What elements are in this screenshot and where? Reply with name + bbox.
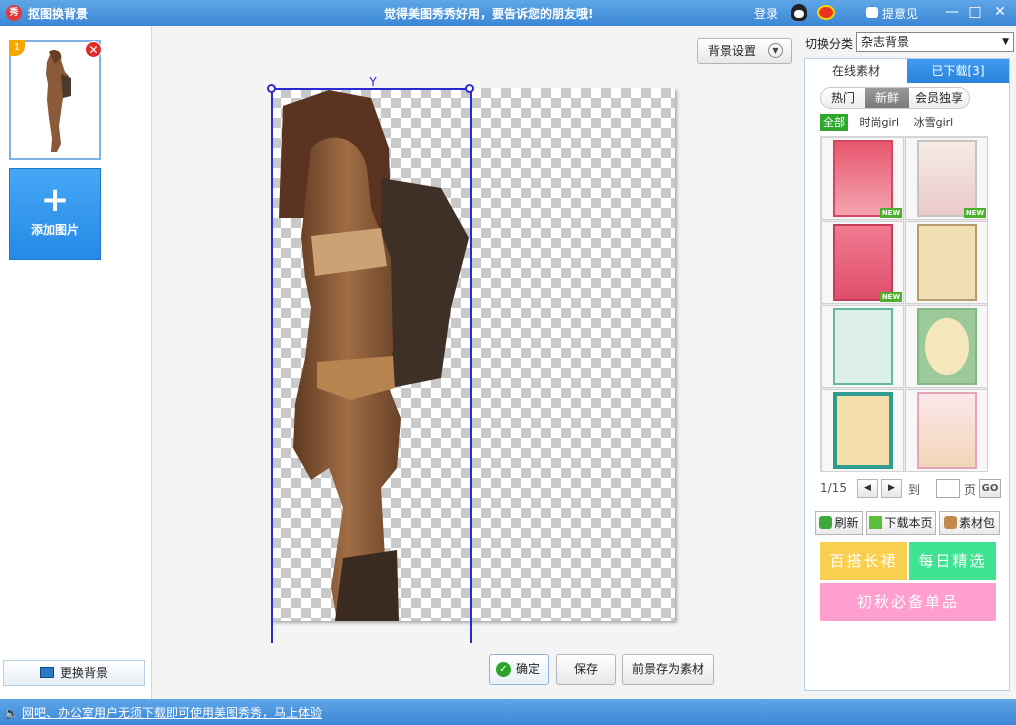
login-link[interactable]: 登录	[754, 5, 778, 22]
material-grid: NEW NEW NEW	[820, 136, 988, 472]
poster-pink-ice-cream	[833, 140, 893, 217]
next-page-button[interactable]: ▶	[881, 479, 902, 498]
save-button[interactable]: 保存	[556, 654, 616, 685]
confirm-button[interactable]: ✓ 确定	[489, 654, 549, 685]
chevron-down-icon: ▼	[768, 43, 783, 58]
qq-icon[interactable]	[791, 4, 807, 21]
close-window-button[interactable]: ✕	[991, 3, 1009, 21]
material-thumbnail[interactable]: NEW	[905, 137, 988, 220]
promo-banner-daily-picks[interactable]: 每日精选	[909, 542, 996, 580]
page-number-input[interactable]	[936, 479, 960, 498]
material-thumbnail[interactable]	[821, 305, 904, 388]
new-badge: NEW	[880, 292, 902, 302]
material-thumbnail[interactable]: NEW	[821, 137, 904, 220]
material-thumbnail[interactable]	[905, 221, 988, 304]
add-image-button[interactable]: + 添加图片	[9, 168, 101, 260]
slogan-text: 觉得美图秀秀好用，要告诉您的朋友哦!	[384, 7, 594, 21]
download-page-button[interactable]: 下载本页	[866, 511, 936, 535]
material-pack-label: 素材包	[958, 516, 995, 530]
poster-beige-frame	[917, 224, 977, 301]
tab-online-materials[interactable]: 在线素材	[805, 59, 907, 83]
minimize-button[interactable]: —	[943, 3, 961, 21]
new-badge: NEW	[880, 208, 902, 218]
maximize-button[interactable]: □	[966, 3, 984, 21]
change-background-button[interactable]: 更换背景	[3, 660, 145, 686]
material-thumbnail[interactable]	[905, 389, 988, 472]
category-label: 切换分类	[805, 37, 854, 51]
canvas-area: 背景设置 ▼ Y ✓ 确定 保存 前景存为素材	[153, 26, 803, 699]
material-thumbnail[interactable]	[821, 389, 904, 472]
poster-vintage-ice-cream	[917, 140, 977, 217]
category-value: 杂志背景	[861, 35, 910, 49]
poster-floral-frame	[917, 392, 977, 469]
change-background-label: 更换背景	[59, 666, 108, 680]
material-thumbnail[interactable]	[905, 305, 988, 388]
image-list-panel: 1 ✕ + 添加图片 更换背景	[0, 26, 152, 699]
selection-box[interactable]: Y	[267, 75, 474, 643]
title-bar: 秀 抠图换背景 觉得美图秀秀好用，要告诉您的朋友哦! 登录 提意见 — □ ✕	[0, 0, 1016, 26]
filter-fashion-girl[interactable]: 时尚girl	[857, 114, 903, 131]
material-thumbnail[interactable]: NEW	[821, 221, 904, 304]
refresh-label: 刷新	[834, 516, 859, 530]
poster-oval-frame	[917, 308, 977, 385]
thumbnail-index-badge: 1	[9, 40, 25, 56]
subtab-hot[interactable]: 热门	[821, 88, 865, 108]
material-pack-button[interactable]: 素材包	[939, 511, 1000, 535]
filter-all[interactable]: 全部	[820, 114, 848, 131]
background-settings-button[interactable]: 背景设置 ▼	[697, 38, 792, 64]
feedback-link[interactable]: 提意见	[882, 5, 918, 22]
prev-page-button[interactable]: ◀	[857, 479, 878, 498]
feedback-icon[interactable]	[866, 7, 878, 18]
filter-bar: 全部 时尚girl 冰雪girl	[820, 114, 961, 131]
plus-icon: +	[40, 180, 70, 220]
status-promo-link[interactable]: 网吧、办公室用户无须下载即可使用美图秀秀，马上体验	[22, 704, 322, 721]
status-bar: 🔈 网吧、办公室用户无须下载即可使用美图秀秀，马上体验	[0, 699, 1016, 725]
refresh-button[interactable]: 刷新	[815, 511, 863, 535]
speaker-icon: 🔈	[4, 706, 19, 720]
refresh-icon	[819, 516, 833, 529]
resize-handle-top-left[interactable]	[267, 84, 276, 93]
page-indicator: 1/15	[820, 481, 847, 495]
weibo-icon[interactable]	[817, 5, 835, 20]
pagination: 1/15 ◀ ▶ 到 页 GO	[820, 479, 1010, 499]
add-image-label: 添加图片	[30, 223, 79, 237]
filter-ice-girl[interactable]: 冰雪girl	[911, 114, 957, 131]
subtab-group: 热门 新鲜 会员独享	[820, 87, 970, 109]
poster-mint-frame	[833, 308, 893, 385]
package-icon	[943, 516, 957, 529]
download-page-label: 下载本页	[884, 516, 933, 530]
material-panel: 切换分类 杂志背景 ▼ 在线素材 已下载[3] 热门 新鲜 会员独享 全部 时尚…	[803, 26, 1016, 699]
page-suffix-label: 页	[964, 483, 977, 497]
goto-label: 到	[908, 483, 921, 497]
confirm-label: 确定	[516, 662, 541, 676]
picture-icon	[39, 667, 54, 678]
app-logo-icon: 秀	[6, 5, 22, 21]
remove-thumbnail-icon[interactable]: ✕	[85, 41, 102, 58]
image-thumbnail[interactable]: 1 ✕	[9, 40, 102, 160]
category-select[interactable]: 杂志背景 ▼	[856, 32, 1014, 52]
promo-banner-autumn-items[interactable]: 初秋必备单品	[820, 583, 996, 621]
go-button[interactable]: GO	[979, 479, 1001, 498]
rotate-handle[interactable]: Y	[368, 75, 378, 89]
window-title: 抠图换背景	[28, 7, 89, 21]
save-foreground-button[interactable]: 前景存为素材	[622, 654, 714, 685]
thumbnail-figure-image	[46, 50, 71, 152]
check-icon: ✓	[496, 662, 511, 677]
resize-handle-top-right[interactable]	[465, 84, 474, 93]
background-settings-label: 背景设置	[708, 44, 757, 58]
download-arrow-icon	[869, 516, 883, 529]
promo-banner-long-skirt[interactable]: 百搭长裙	[820, 542, 907, 580]
dropdown-arrow-icon: ▼	[1002, 37, 1009, 47]
poster-delicious	[833, 224, 893, 301]
subtab-vip[interactable]: 会员独享	[909, 88, 969, 108]
poster-teal-frame	[833, 392, 893, 469]
new-badge: NEW	[964, 208, 986, 218]
subtab-new[interactable]: 新鲜	[865, 88, 909, 108]
material-tabs-box: 在线素材 已下载[3] 热门 新鲜 会员独享 全部 时尚girl 冰雪girl …	[804, 58, 1010, 691]
tab-downloaded[interactable]: 已下载[3]	[907, 59, 1009, 83]
